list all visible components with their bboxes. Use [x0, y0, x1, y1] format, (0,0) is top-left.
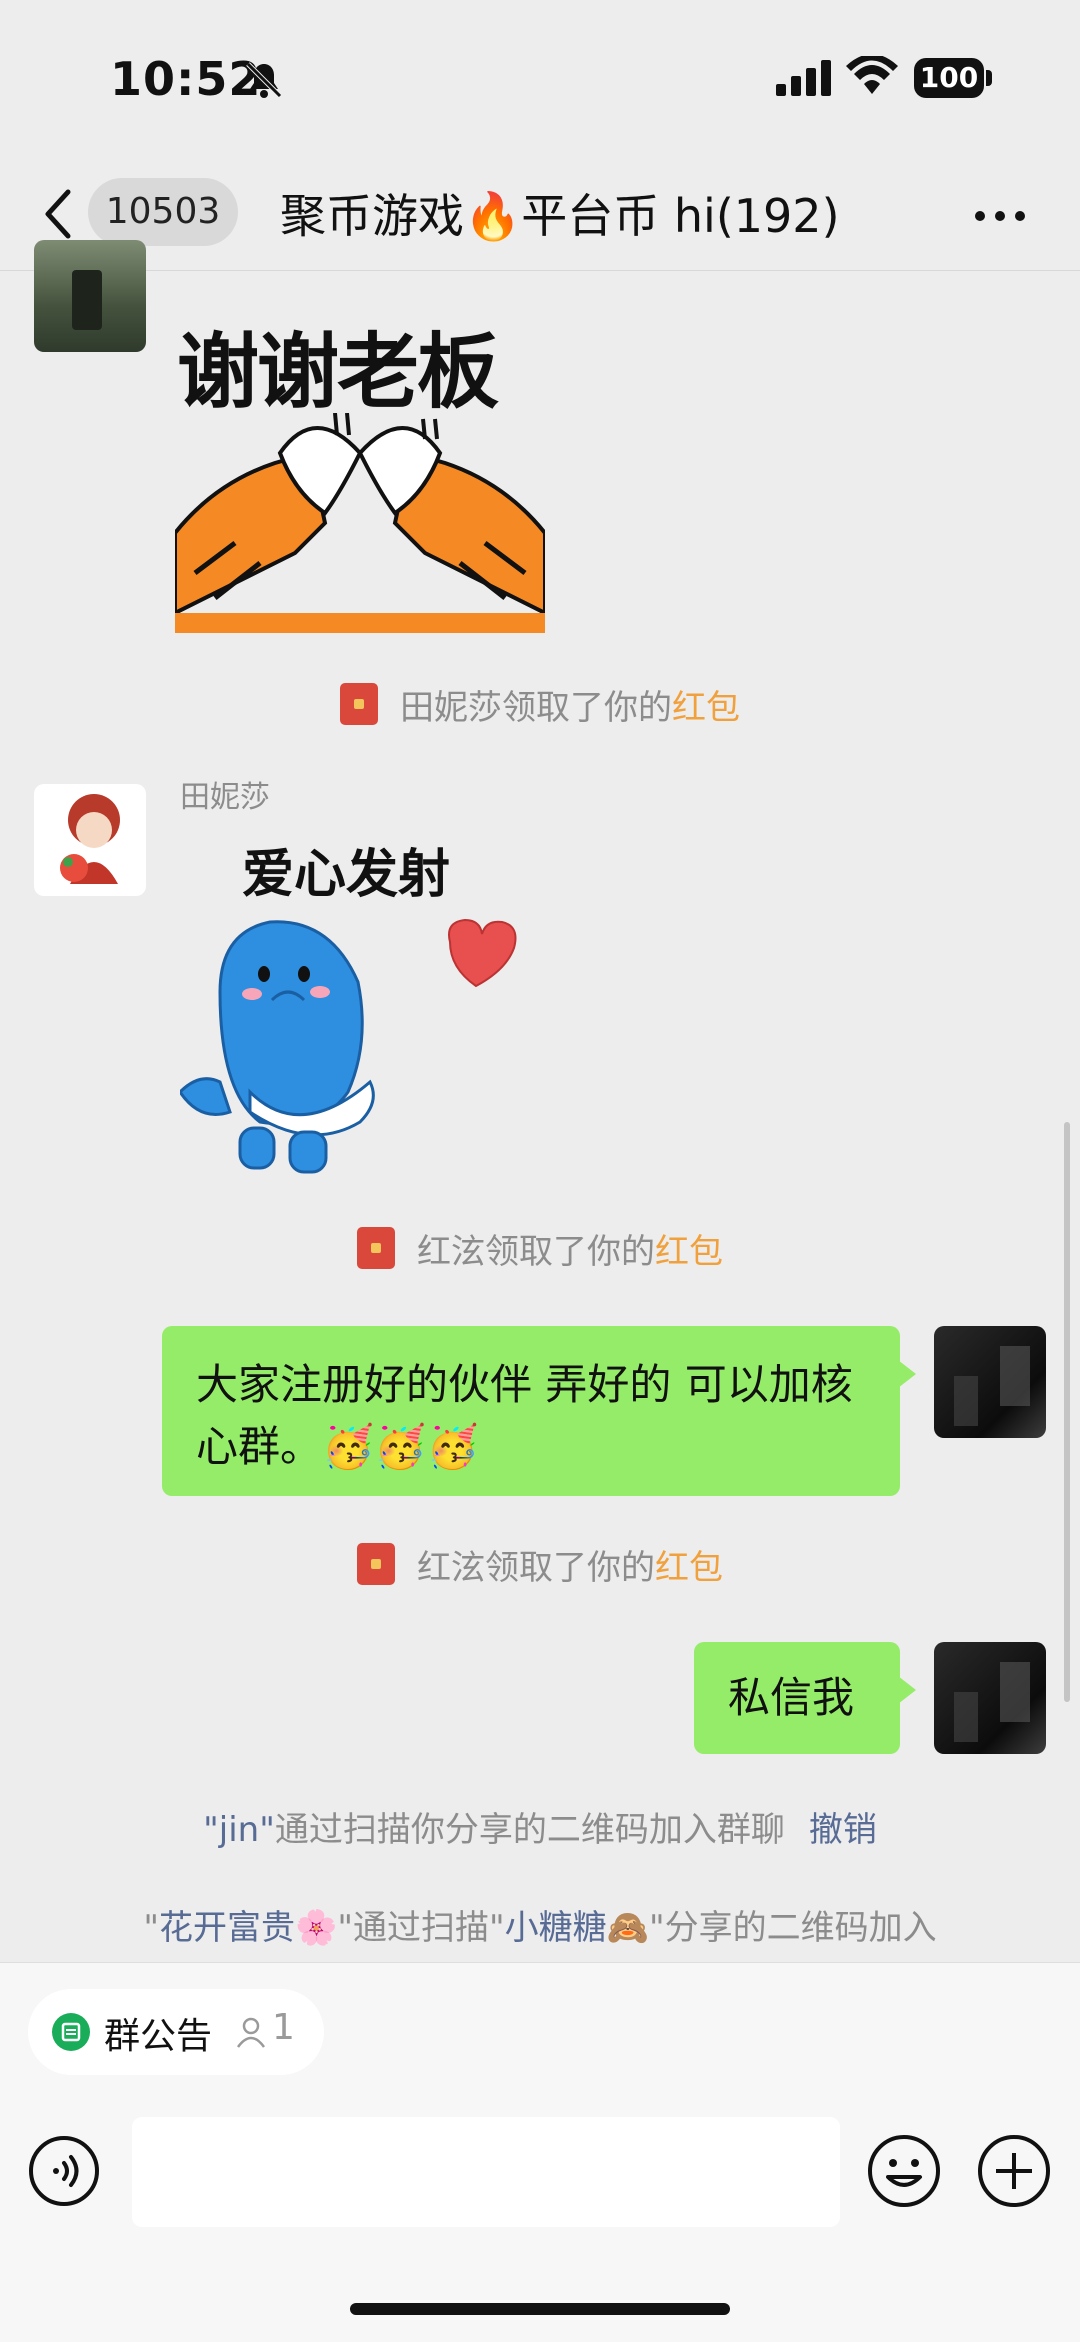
- status-time: 10:52: [110, 52, 262, 106]
- message-input[interactable]: [132, 2117, 840, 2227]
- chat-header: 10503 聚币游戏🔥平台币 hi(192): [0, 160, 1080, 271]
- system-message: 红泫领取了你的红包: [0, 1224, 1080, 1273]
- avatar[interactable]: [34, 784, 146, 896]
- person-icon: [236, 2017, 266, 2048]
- sender-name: 田妮莎: [180, 780, 270, 815]
- fist-salute-image: [175, 413, 545, 633]
- system-message: 红泫领取了你的红包: [0, 1540, 1080, 1589]
- join-notice: "花开富贵🌸"通过扫描"小糖糖🙈"分享的二维码加入: [0, 1900, 1080, 1949]
- red-packet-link[interactable]: 红包: [655, 1548, 723, 1588]
- red-packet-icon: [340, 683, 378, 725]
- join-text: "分享的二维码加入: [648, 1908, 937, 1948]
- message-bubble[interactable]: 大家注册好的伙伴 弄好的 可以加核心群。🥳🥳🥳: [162, 1326, 916, 1496]
- red-packet-icon: [357, 1543, 395, 1585]
- bell-mute-icon: [246, 62, 282, 98]
- my-avatar[interactable]: [934, 1326, 1046, 1438]
- sticker-thanks-boss[interactable]: 谢谢老板: [175, 305, 545, 635]
- wifi-icon: [846, 56, 898, 94]
- member-name[interactable]: 小糖糖🙈: [505, 1908, 649, 1948]
- avatar[interactable]: [34, 240, 146, 352]
- red-packet-icon: [357, 1227, 395, 1269]
- voice-icon[interactable]: [28, 2135, 100, 2207]
- chat-title: 聚币游戏🔥平台币 hi(192): [280, 189, 840, 243]
- more-icon[interactable]: [970, 196, 1030, 236]
- join-text: "通过扫描": [337, 1908, 505, 1948]
- input-area: 群公告 1: [0, 1962, 1080, 2342]
- status-bar: 10:52 100: [0, 0, 1080, 160]
- plus-icon[interactable]: [976, 2133, 1052, 2209]
- red-packet-link[interactable]: 红包: [655, 1232, 723, 1272]
- join-text: 通过扫描你分享的二维码加入群聊: [274, 1810, 785, 1850]
- group-notice-count: 1: [272, 2007, 295, 2048]
- sticker-love-launch[interactable]: 爱心发射: [180, 822, 560, 1182]
- battery-indicator: 100: [914, 58, 984, 98]
- girl-avatar-image: [60, 794, 120, 884]
- signal-icon: [776, 60, 831, 96]
- message-bubble[interactable]: 私信我: [694, 1642, 916, 1754]
- system-text: 红泫领取了你的: [417, 1232, 655, 1272]
- red-packet-link[interactable]: 红包: [672, 688, 740, 728]
- system-text: 红泫领取了你的: [417, 1548, 655, 1588]
- join-text: ": [143, 1908, 160, 1948]
- group-notice-button[interactable]: 群公告 1: [28, 1989, 324, 2075]
- unread-count-badge[interactable]: 10503: [88, 178, 238, 246]
- join-notice: "jin"通过扫描你分享的二维码加入群聊 撤销: [0, 1802, 1080, 1851]
- home-indicator[interactable]: [350, 2303, 730, 2315]
- system-message: 田妮莎领取了你的红包: [0, 680, 1080, 729]
- emoji-icon[interactable]: [866, 2133, 942, 2209]
- system-text: 田妮莎领取了你的: [400, 688, 672, 728]
- group-notice-label: 群公告: [104, 2016, 213, 2057]
- member-name[interactable]: "jin": [203, 1810, 275, 1850]
- my-avatar[interactable]: [934, 1642, 1046, 1754]
- battery-tip: [986, 70, 992, 86]
- whale-heart-image: [180, 918, 517, 1174]
- back-icon[interactable]: [40, 184, 80, 244]
- sticker-caption: 谢谢老板: [177, 325, 499, 420]
- member-name[interactable]: 花开富贵🌸: [159, 1908, 337, 1948]
- undo-link[interactable]: 撤销: [809, 1810, 877, 1850]
- notice-icon: [52, 2013, 90, 2051]
- scrollbar[interactable]: [1064, 1122, 1070, 1702]
